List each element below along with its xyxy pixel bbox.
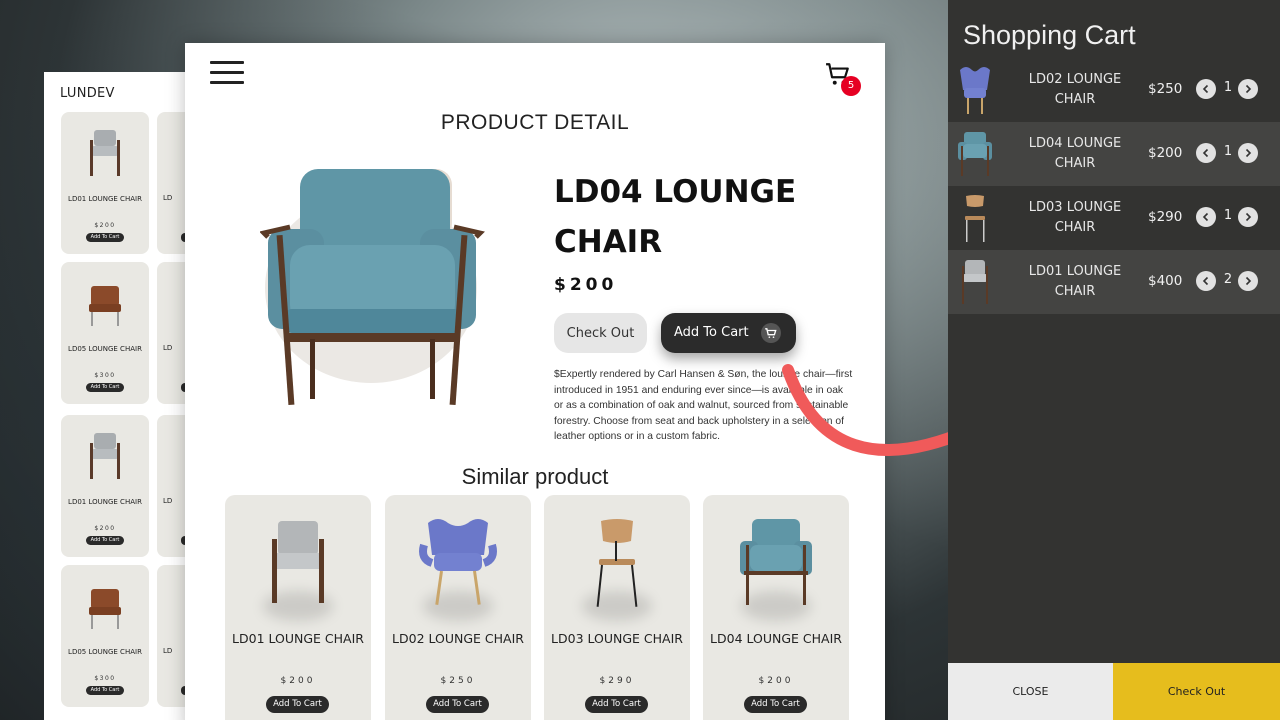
cart-item-name: LD01 LOUNGE CHAIR [1028,264,1122,299]
similar-product-card[interactable]: LD01 LOUNGE CHAIR $200 Add To Cart [225,495,371,720]
cart-checkout-button[interactable]: Check Out [1113,663,1280,720]
chevron-left-icon [1202,84,1209,94]
close-cart-button[interactable]: CLOSE [948,663,1113,720]
listing-card-name-partial: LD [163,194,173,202]
listing-card-name: LD05 LOUNGE CHAIR [68,345,142,353]
cart-title: Shopping Cart [963,20,1136,50]
listing-card-name-partial: LD [163,497,173,505]
cart-button[interactable]: 5 [825,61,863,97]
chair-image [965,195,985,242]
chair-image [90,130,120,176]
chair-image [740,519,812,605]
cart-item-name: LD02 LOUNGE CHAIR [1028,72,1122,107]
chair-image [419,519,497,605]
cart-item: LD03 LOUNGE CHAIR $290 1 [948,186,1280,250]
product-title: LD04 LOUNGE CHAIR [554,174,797,260]
listing-card-name-partial: LD [163,344,173,352]
cart-count-badge: 5 [841,76,861,96]
increase-qty-button[interactable] [1238,207,1258,227]
cart-item-name: LD04 LOUNGE CHAIR [1028,136,1122,171]
listing-card-price: $300 [94,372,116,379]
chair-image [272,521,324,603]
chevron-left-icon [1202,148,1209,158]
listing-card[interactable]: LD05 LOUNGE CHAIR $300 Add To Cart [61,262,149,404]
add-to-cart-label: Add To Cart [674,325,749,340]
product-price: $200 [554,275,618,295]
listing-card-name-partial: LD [163,647,173,655]
listing-card[interactable]: LD01 LOUNGE CHAIR $200 Add To Cart [61,415,149,557]
add-to-cart-button[interactable]: Add To Cart [86,233,124,242]
chair-image [958,132,992,176]
cart-item-qty: 1 [1223,144,1233,159]
chair-image [596,519,638,607]
chair-image [960,67,990,114]
listing-card[interactable]: LD01 LOUNGE CHAIR $200 Add To Cart [61,112,149,254]
similar-product-card[interactable]: LD02 LOUNGE CHAIR $250 Add To Cart [385,495,531,720]
page-title: PRODUCT DETAIL [440,111,630,134]
add-to-cart-button[interactable]: Add To Cart [266,696,329,713]
chevron-left-icon [1202,276,1209,286]
cart-item-qty: 1 [1223,208,1233,223]
listing-card-price: $200 [94,222,116,229]
add-to-cart-button[interactable]: Add To Cart [744,696,807,713]
similar-product-card[interactable]: LD04 LOUNGE CHAIR $200 Add To Cart [703,495,849,720]
add-to-cart-button[interactable]: Add To Cart [86,686,124,695]
listing-card-price: $300 [94,675,116,682]
cart-item: LD04 LOUNGE CHAIR $200 1 [948,122,1280,186]
checkout-button[interactable]: Check Out [554,313,647,353]
product-image [260,169,485,405]
add-to-cart-button[interactable]: Add To Cart [86,383,124,392]
similar-product-price: $290 [599,676,635,686]
add-to-cart-button[interactable]: Add To Cart [426,696,489,713]
listing-card-price: $200 [94,525,116,532]
increase-qty-button[interactable] [1238,79,1258,99]
chevron-left-icon [1202,212,1209,222]
cart-item-qty: 1 [1223,80,1233,95]
decrease-qty-button[interactable] [1196,207,1216,227]
similar-product-price: $200 [758,676,794,686]
cart-item-qty: 2 [1223,272,1233,287]
cart-item: LD02 LOUNGE CHAIR $250 1 [948,58,1280,122]
chevron-right-icon [1245,212,1252,222]
chair-image [89,286,121,326]
similar-product-name: LD03 LOUNGE CHAIR [551,631,683,646]
listing-card-name: LD01 LOUNGE CHAIR [68,498,142,506]
increase-qty-button[interactable] [1238,143,1258,163]
similar-product-name: LD02 LOUNGE CHAIR [392,631,524,646]
cart-item-price: $290 [1148,209,1183,225]
decrease-qty-button[interactable] [1196,271,1216,291]
listing-card-name: LD01 LOUNGE CHAIR [68,195,142,203]
chevron-right-icon [1245,148,1252,158]
chair-image [90,433,120,479]
add-to-cart-button[interactable]: Add To Cart [86,536,124,545]
similar-product-price: $250 [440,676,476,686]
cart-item-price: $250 [1148,81,1183,97]
cart-item-price: $200 [1148,145,1183,161]
shopping-cart-panel: Shopping Cart LD02 LOUNGE CHAIR $250 1 L… [948,0,1280,720]
similar-product-name: LD04 LOUNGE CHAIR [710,631,842,646]
chair-image [962,260,988,304]
chair-image [89,589,121,629]
brand-logo: LUNDEV [60,86,115,101]
listing-card[interactable]: LD05 LOUNGE CHAIR $300 Add To Cart [61,565,149,707]
decrease-qty-button[interactable] [1196,143,1216,163]
cart-item-name: LD03 LOUNGE CHAIR [1028,200,1122,235]
cart-item-price: $400 [1148,273,1183,289]
increase-qty-button[interactable] [1238,271,1258,291]
similar-product-name: LD01 LOUNGE CHAIR [232,631,364,646]
similar-product-card[interactable]: LD03 LOUNGE CHAIR $290 Add To Cart [544,495,690,720]
hamburger-icon[interactable] [210,61,244,85]
cart-item: LD01 LOUNGE CHAIR $400 2 [948,250,1280,314]
chevron-right-icon [1245,276,1252,286]
similar-product-price: $200 [280,676,316,686]
decrease-qty-button[interactable] [1196,79,1216,99]
add-to-cart-button[interactable]: Add To Cart [585,696,648,713]
chevron-right-icon [1245,84,1252,94]
listing-card-name: LD05 LOUNGE CHAIR [68,648,142,656]
